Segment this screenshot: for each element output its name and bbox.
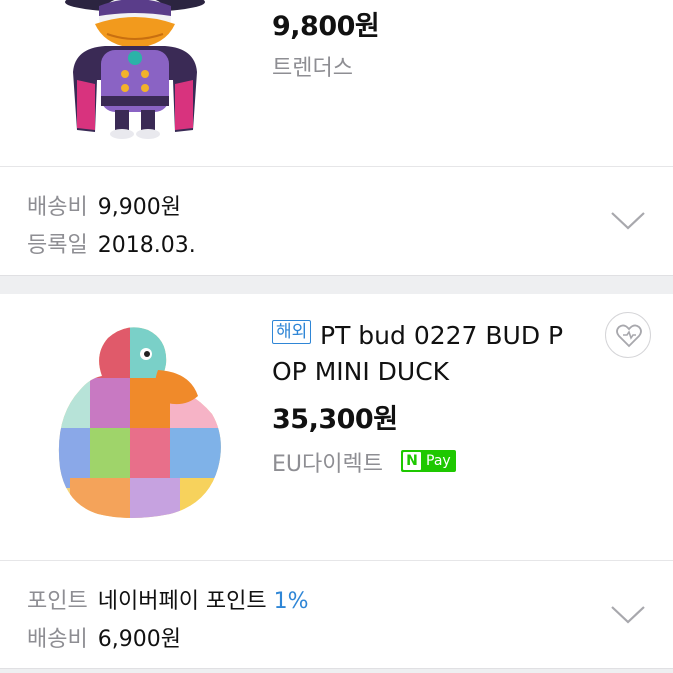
seller-name-2[interactable]: EU다이렉트	[272, 446, 383, 478]
chevron-down-icon[interactable]	[608, 603, 648, 627]
registered-label: 등록일	[27, 233, 88, 258]
points-row-2: 포인트 네이버페이 포인트 1%	[27, 583, 309, 615]
naverpay-label: Pay	[426, 453, 451, 469]
product-price-2: 35,300원	[272, 404, 398, 435]
heart-icon	[616, 324, 642, 348]
shipping-row-1: 배송비 9,900원	[27, 189, 181, 221]
product-title-2[interactable]: PT bud 0227 BUD POP MINI DUCK	[272, 318, 572, 390]
chevron-down-icon[interactable]	[608, 209, 648, 233]
product-info-2: 포인트 네이버페이 포인트 1% 배송비 6,900원	[0, 561, 673, 673]
section-gap	[0, 668, 673, 673]
registered-value: 2018.03.	[97, 233, 196, 258]
shipping-value: 6,900원	[97, 627, 181, 652]
points-value: 네이버페이 포인트	[97, 589, 267, 614]
overseas-badge: 해외	[272, 320, 312, 344]
seller-name-1[interactable]: 트렌더스	[272, 50, 353, 82]
shipping-label: 배송비	[27, 195, 88, 220]
naverpay-n-icon: N	[403, 452, 421, 470]
product-price-1: 9,800원	[272, 11, 380, 42]
naverpay-badge: N Pay	[401, 450, 456, 472]
section-gap	[0, 275, 673, 294]
product-image-1[interactable]	[55, 0, 215, 140]
shipping-row-2: 배송비 6,900원	[27, 621, 181, 653]
product-card-1[interactable]: 9,800원 트렌더스	[0, 0, 673, 166]
points-percent: 1%	[273, 589, 309, 614]
product-image-2[interactable]	[50, 318, 230, 528]
wishlist-button[interactable]	[605, 312, 651, 358]
points-label: 포인트	[27, 589, 88, 614]
registered-row-1: 등록일 2018.03.	[27, 227, 196, 259]
product-info-1: 배송비 9,900원 등록일 2018.03.	[0, 167, 673, 275]
shipping-value: 9,900원	[97, 195, 181, 220]
shipping-label: 배송비	[27, 627, 88, 652]
